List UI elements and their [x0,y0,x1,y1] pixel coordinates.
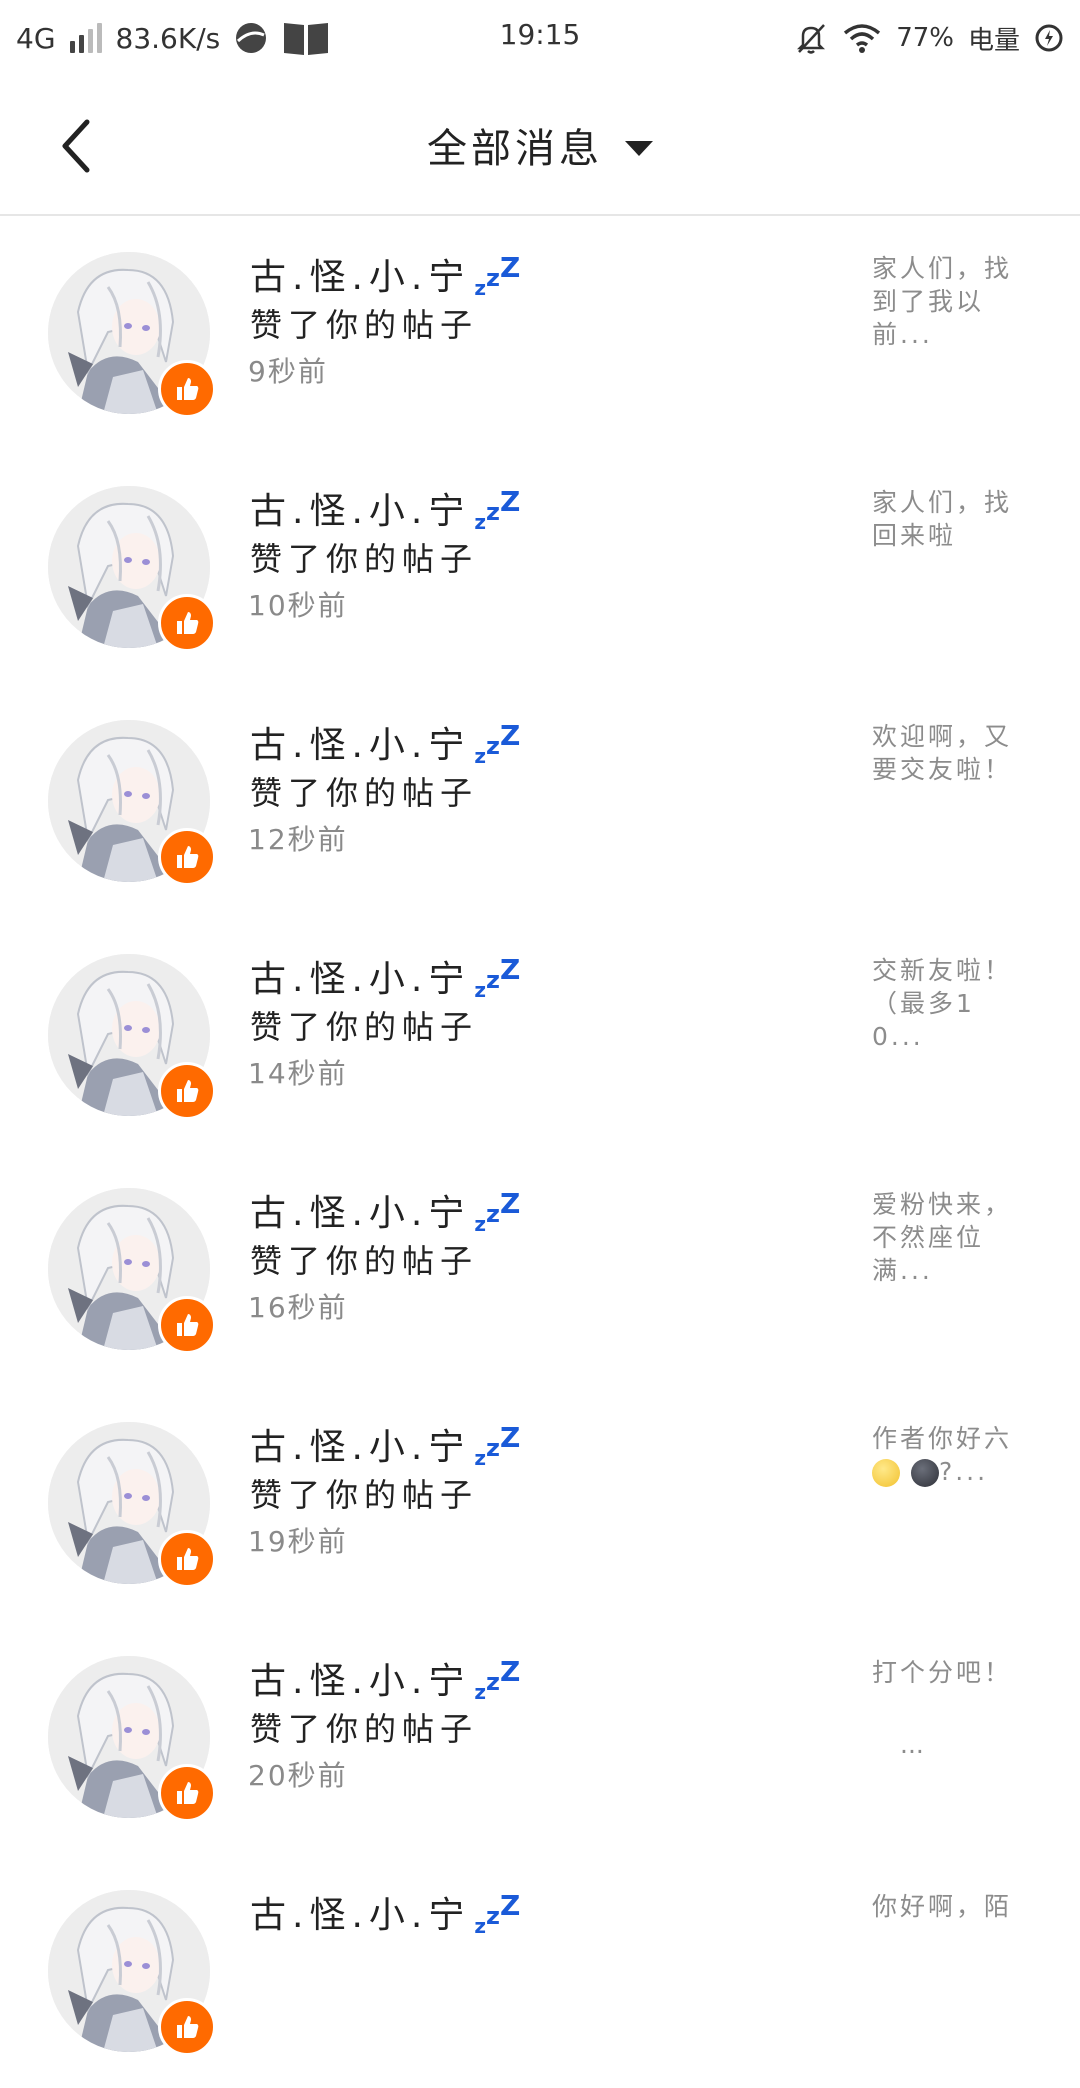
thumbs-up-icon [158,1296,216,1354]
timestamp: 10秒前 [248,589,348,622]
battery-icon [1034,23,1064,53]
thumbs-up-icon [158,1998,216,2056]
preview-ellipsis: ... [900,1730,924,1759]
sleeping-zzz-icon: zzZ [474,953,521,1002]
message-item[interactable]: 古.怪.小.宁 z z Z 赞了你的帖子 20秒前 打个分吧！... [0,1620,1080,1854]
sender-row: 古.怪.小.宁 z z Z [250,1652,520,1704]
message-item[interactable]: 古.怪.小.宁 z z Z 赞了你的帖子 9秒前 家人们，找到了我以前... [0,216,1080,450]
sender-row: 古.怪.小.宁 z z Z [250,950,520,1002]
sender-name[interactable]: 古.怪.小.宁 [250,1418,470,1470]
post-preview-text: 交新友啦！（最多10... [872,956,1013,1051]
sleeping-zzz-icon: zzZ [474,485,521,534]
sender-row: 古.怪.小.宁 z z Z [250,1886,520,1938]
post-preview[interactable]: 交新友啦！（最多10... [872,954,1022,1053]
thumbs-up-icon [158,1530,216,1588]
sleeping-zzz-icon: zzZ [474,1187,521,1236]
message-item[interactable]: 古.怪.小.宁 z z Z 赞了你的帖子 14秒前 交新友啦！（最多10... [0,918,1080,1152]
post-preview[interactable]: 你好啊，陌 [872,1890,1022,1923]
wifi-icon [842,22,882,54]
timestamp: 12秒前 [248,823,348,856]
message-item[interactable]: 古.怪.小.宁 z z Z 你好啊，陌 [0,1854,1080,2088]
caret-down-icon [625,140,653,156]
post-preview[interactable]: 爱粉快来，不然座位满... [872,1188,1022,1287]
sender-name[interactable]: 古.怪.小.宁 [250,1184,470,1236]
action-text: 赞了你的帖子 [250,1008,479,1046]
sleeping-zzz-icon: zzZ [474,1655,521,1704]
timestamp: 14秒前 [248,1057,348,1090]
thumbs-up-icon [158,1764,216,1822]
timestamp: 9秒前 [248,355,328,388]
sender-row: 古.怪.小.宁 z z Z [250,482,520,534]
sender-name[interactable]: 古.怪.小.宁 [250,1652,470,1704]
status-bar: 4G 83.6K/s 19:15 77% 电量 [0,0,1080,76]
message-list: 古.怪.小.宁 z z Z 赞了你的帖子 9秒前 家人们，找到了我以前... 古.怪.小.宁 z… [0,216,1080,2088]
battery-label: 电量 [967,25,1020,56]
dark-moon-emoji-icon [910,1459,939,1487]
post-preview-text: 家人们，找回来啦 [872,488,1013,550]
sleeping-zzz-icon: zzZ [474,1889,521,1938]
post-preview[interactable]: 作者你好六 ?... [872,1422,1022,1488]
post-preview-text: 打个分吧！ [872,1658,1013,1687]
action-text: 赞了你的帖子 [250,1476,479,1514]
sender-row: 古.怪.小.宁 z z Z [250,1418,520,1470]
timestamp: 20秒前 [248,1759,348,1792]
message-item[interactable]: 古.怪.小.宁 z z Z 赞了你的帖子 16秒前 爱粉快来，不然座位满... [0,1152,1080,1386]
action-text: 赞了你的帖子 [250,774,479,812]
sender-name[interactable]: 古.怪.小.宁 [250,248,470,300]
message-item[interactable]: 古.怪.小.宁 z z Z 赞了你的帖子 19秒前 作者你好六 ?... [0,1386,1080,1620]
header: 全部消息 [0,76,1080,216]
post-preview-text: 你好啊，陌 [872,1892,1013,1921]
thumbs-up-icon [158,1062,216,1120]
message-item[interactable]: 古.怪.小.宁 z z Z 赞了你的帖子 12秒前 欢迎啊，又要交友啦！ [0,684,1080,918]
post-preview[interactable]: 欢迎啊，又要交友啦！ [872,720,1022,786]
post-preview-text: 爱粉快来，不然座位满... [872,1190,1013,1285]
sender-row: 古.怪.小.宁 z z Z [250,1184,520,1236]
sender-name[interactable]: 古.怪.小.宁 [250,950,470,1002]
message-item[interactable]: 古.怪.小.宁 z z Z 赞了你的帖子 10秒前 家人们，找回来啦 [0,450,1080,684]
post-preview-tail: ?... [938,1457,989,1486]
thumbs-up-icon [158,828,216,886]
page-title: 全部消息 [427,126,603,172]
thumbs-up-icon [158,360,216,418]
sender-name[interactable]: 古.怪.小.宁 [250,482,470,534]
smiley-emoji-icon [872,1459,900,1487]
action-text: 赞了你的帖子 [250,1710,479,1748]
battery-percent: 77% [896,23,954,53]
sender-row: 古.怪.小.宁 z z Z [250,248,520,300]
sender-name[interactable]: 古.怪.小.宁 [250,716,470,768]
action-text: 赞了你的帖子 [250,540,479,578]
post-preview-text: 家人们，找到了我以前... [872,254,1013,349]
sleeping-zzz-icon: zzZ [474,1421,521,1470]
post-preview[interactable]: 家人们，找到了我以前... [872,252,1022,351]
thumbs-up-icon [158,594,216,652]
action-text: 赞了你的帖子 [250,306,479,344]
post-preview-text: 作者你好六 [872,1424,1013,1453]
mute-icon [794,21,828,55]
sleeping-zzz-icon: zzZ [474,719,521,768]
sender-name[interactable]: 古.怪.小.宁 [250,1886,470,1938]
sleeping-zzz-icon: zzZ [474,251,521,300]
timestamp: 19秒前 [248,1525,348,1558]
post-preview[interactable]: 打个分吧！ [872,1656,1022,1689]
message-filter-dropdown[interactable]: 全部消息 [0,116,1080,174]
post-preview[interactable]: 家人们，找回来啦 [872,486,1022,552]
sender-row: 古.怪.小.宁 z z Z [250,716,520,768]
timestamp: 16秒前 [248,1291,348,1324]
status-right: 77% 电量 [794,16,1064,60]
post-preview-text: 欢迎啊，又要交友啦！ [872,722,1013,784]
action-text: 赞了你的帖子 [250,1242,479,1280]
